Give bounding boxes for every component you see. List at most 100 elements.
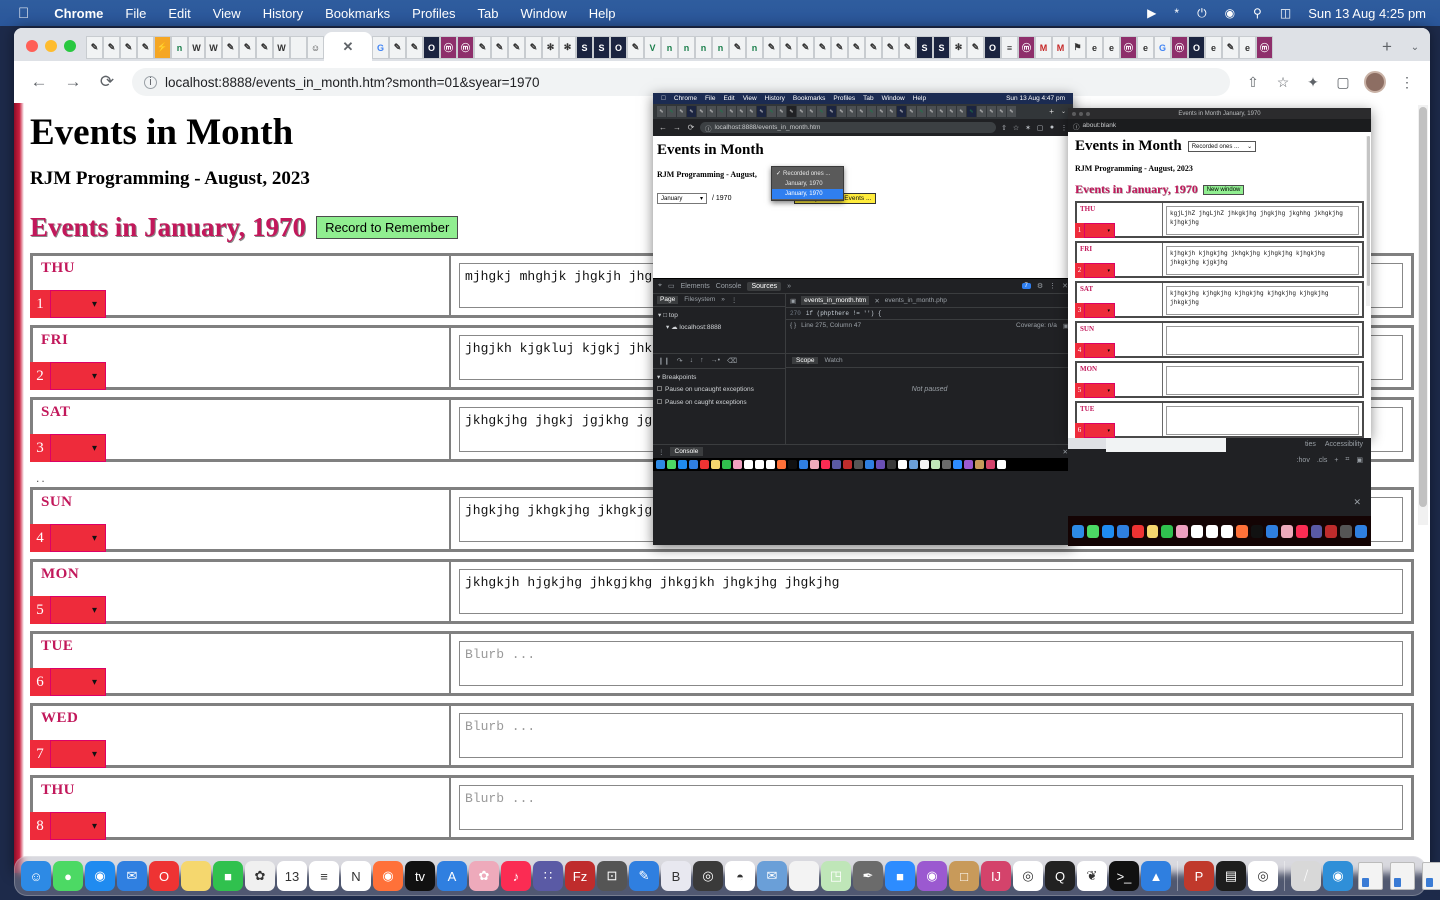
extensions-puzzle-icon[interactable]: ✦ — [1300, 74, 1326, 91]
minimized-window-thumb[interactable] — [1357, 862, 1383, 890]
browser-tab[interactable]: G — [372, 36, 389, 59]
intellij-icon[interactable]: IJ — [981, 861, 1011, 891]
browser-tab[interactable]: ✎ — [389, 36, 406, 59]
menubar-item-bookmarks[interactable]: Bookmarks — [314, 6, 401, 21]
page-scrollbar[interactable] — [1418, 105, 1428, 525]
browser-tab[interactable]: ✎ — [814, 36, 831, 59]
finder-icon[interactable]: ☺ — [21, 861, 51, 891]
menubar-item-file[interactable]: File — [114, 6, 157, 21]
reminders-icon[interactable]: ≡ — [309, 861, 339, 891]
mail-icon[interactable]: ✉ — [117, 861, 147, 891]
messages-icon[interactable]: ● — [53, 861, 83, 891]
day-number-selector[interactable]: 8 ▾ — [30, 812, 106, 840]
side-panel-icon[interactable]: ▢ — [1330, 74, 1356, 91]
maps-icon[interactable]: ◳ — [821, 861, 851, 891]
browser-tab[interactable]: ✎ — [239, 36, 256, 59]
calendar-icon[interactable]: 13 — [277, 861, 307, 891]
activity-icon[interactable]: ◎ — [693, 861, 723, 891]
chrome-menu-icon[interactable]: ⋮ — [1394, 74, 1420, 91]
minimized-window[interactable] — [1419, 861, 1440, 891]
browser-tab[interactable]: ✎ — [763, 36, 780, 59]
browser-tab[interactable]: S — [916, 36, 933, 59]
browser-tab[interactable]: ✻ — [542, 36, 559, 59]
browser-tab[interactable]: ✎ — [137, 36, 154, 59]
day-number-selector[interactable]: 1 ▾ — [30, 290, 106, 318]
browser-tab[interactable]: ✻ — [950, 36, 967, 59]
pages-icon[interactable]: ✎ — [629, 861, 659, 891]
menubar-item-edit[interactable]: Edit — [157, 6, 201, 21]
menubar-item-profiles[interactable]: Profiles — [401, 6, 466, 21]
opera-icon[interactable]: O — [149, 861, 179, 891]
browser-tab[interactable]: n — [678, 36, 695, 59]
browser-tab[interactable]: ✎ — [222, 36, 239, 59]
minimized-window-thumb[interactable] — [1421, 862, 1440, 890]
facetime-icon[interactable]: ■ — [213, 861, 243, 891]
back-icon[interactable]: ← — [24, 67, 54, 97]
share-icon[interactable]: ⇧ — [1240, 74, 1266, 91]
browser-tab[interactable]: O — [984, 36, 1001, 59]
browser-tab[interactable]: n — [746, 36, 763, 59]
globe-icon[interactable]: ◉ — [1323, 861, 1353, 891]
menubar-clock[interactable]: Sun 13 Aug 4:25 pm — [1300, 6, 1430, 21]
tab-search-chevron-down-icon[interactable]: ⌄ — [1400, 42, 1430, 61]
browser-tab[interactable]: ✻ — [559, 36, 576, 59]
browser-tab[interactable]: ✎ — [86, 36, 103, 59]
day-number-selector[interactable]: 3 ▾ — [30, 434, 106, 462]
browser-tab[interactable]: ✎ — [474, 36, 491, 59]
chrome-icon[interactable]: ◎ — [1013, 861, 1043, 891]
browser-tab[interactable]: O — [610, 36, 627, 59]
photos-icon[interactable]: ✿ — [245, 861, 275, 891]
inkscape-icon[interactable]: ❦ — [1077, 861, 1107, 891]
browser-tab[interactable]: V — [644, 36, 661, 59]
day-number-selector[interactable]: 2 ▾ — [30, 362, 106, 390]
powerpoint-icon[interactable]: P — [1184, 861, 1214, 891]
browser-tab[interactable]: ✎ — [1222, 36, 1239, 59]
day-dropdown[interactable]: ▾ — [50, 668, 106, 696]
browser-tab[interactable]: O — [1188, 36, 1205, 59]
appstore-icon[interactable]: A — [437, 861, 467, 891]
browser-tab[interactable]: W — [205, 36, 222, 59]
day-dropdown[interactable]: ▾ — [50, 740, 106, 768]
notes-icon[interactable] — [181, 861, 211, 891]
safari-icon[interactable]: ◉ — [85, 861, 115, 891]
menubar-item-tab[interactable]: Tab — [467, 6, 510, 21]
menubar-item-history[interactable]: History — [252, 6, 314, 21]
day-number-selector[interactable]: 5 ▾ — [30, 596, 106, 624]
address-bar[interactable]: i localhost:8888/events_in_month.htm?smo… — [132, 68, 1230, 96]
textfile-icon[interactable] — [789, 861, 819, 891]
browser-tab[interactable]: ✎ — [848, 36, 865, 59]
menubar-item-window[interactable]: Window — [510, 6, 578, 21]
control-center-play-icon[interactable]: ▶︎ — [1138, 6, 1165, 20]
launchpad-icon[interactable]: ∷ — [533, 861, 563, 891]
browser-tab[interactable]: ✎ — [491, 36, 508, 59]
browser-tab[interactable]: ≡ — [1001, 36, 1018, 59]
browser-tab[interactable]: ✎ — [967, 36, 984, 59]
browser-tab[interactable]: n — [171, 36, 188, 59]
day-dropdown[interactable]: ▾ — [50, 434, 106, 462]
browser-tab[interactable] — [290, 36, 307, 59]
browser-tab[interactable]: e — [1205, 36, 1222, 59]
qlab-icon[interactable]: Q — [1045, 861, 1075, 891]
browser-tab[interactable]: e — [1103, 36, 1120, 59]
browser-tab[interactable]: ✎ — [797, 36, 814, 59]
bbedit-icon[interactable]: B — [661, 861, 691, 891]
browser-tab[interactable]: ✎ — [899, 36, 916, 59]
bookmark-star-icon[interactable]: ☆ — [1270, 74, 1296, 91]
terminal-icon[interactable]: >_ — [1109, 861, 1139, 891]
maximize-window-button[interactable] — [64, 40, 76, 52]
news-icon[interactable]: N — [341, 861, 371, 891]
browser-tab[interactable]: ✎ — [508, 36, 525, 59]
zoom-icon[interactable]: ■ — [885, 861, 915, 891]
profile-avatar[interactable] — [1364, 71, 1386, 93]
day-dropdown[interactable]: ▾ — [50, 812, 106, 840]
browser-tab[interactable]: W — [273, 36, 290, 59]
browser-tab[interactable]: ⓜ — [1120, 36, 1137, 59]
day-notes-textarea[interactable]: jkhgkjh hjgkjhg jhkgjkhg jhkgjkh jhgkjhg… — [459, 569, 1403, 614]
browser-tab[interactable]: ✎ — [525, 36, 542, 59]
browser-tab[interactable]: n — [712, 36, 729, 59]
day-notes-textarea[interactable]: Blurb ... — [459, 713, 1403, 758]
day-number-selector[interactable]: 6 ▾ — [30, 668, 106, 696]
new-tab-button[interactable]: + — [1374, 37, 1400, 61]
page-scrollbar-thumb[interactable] — [1419, 107, 1427, 507]
browser-tab[interactable]: ✎ — [865, 36, 882, 59]
